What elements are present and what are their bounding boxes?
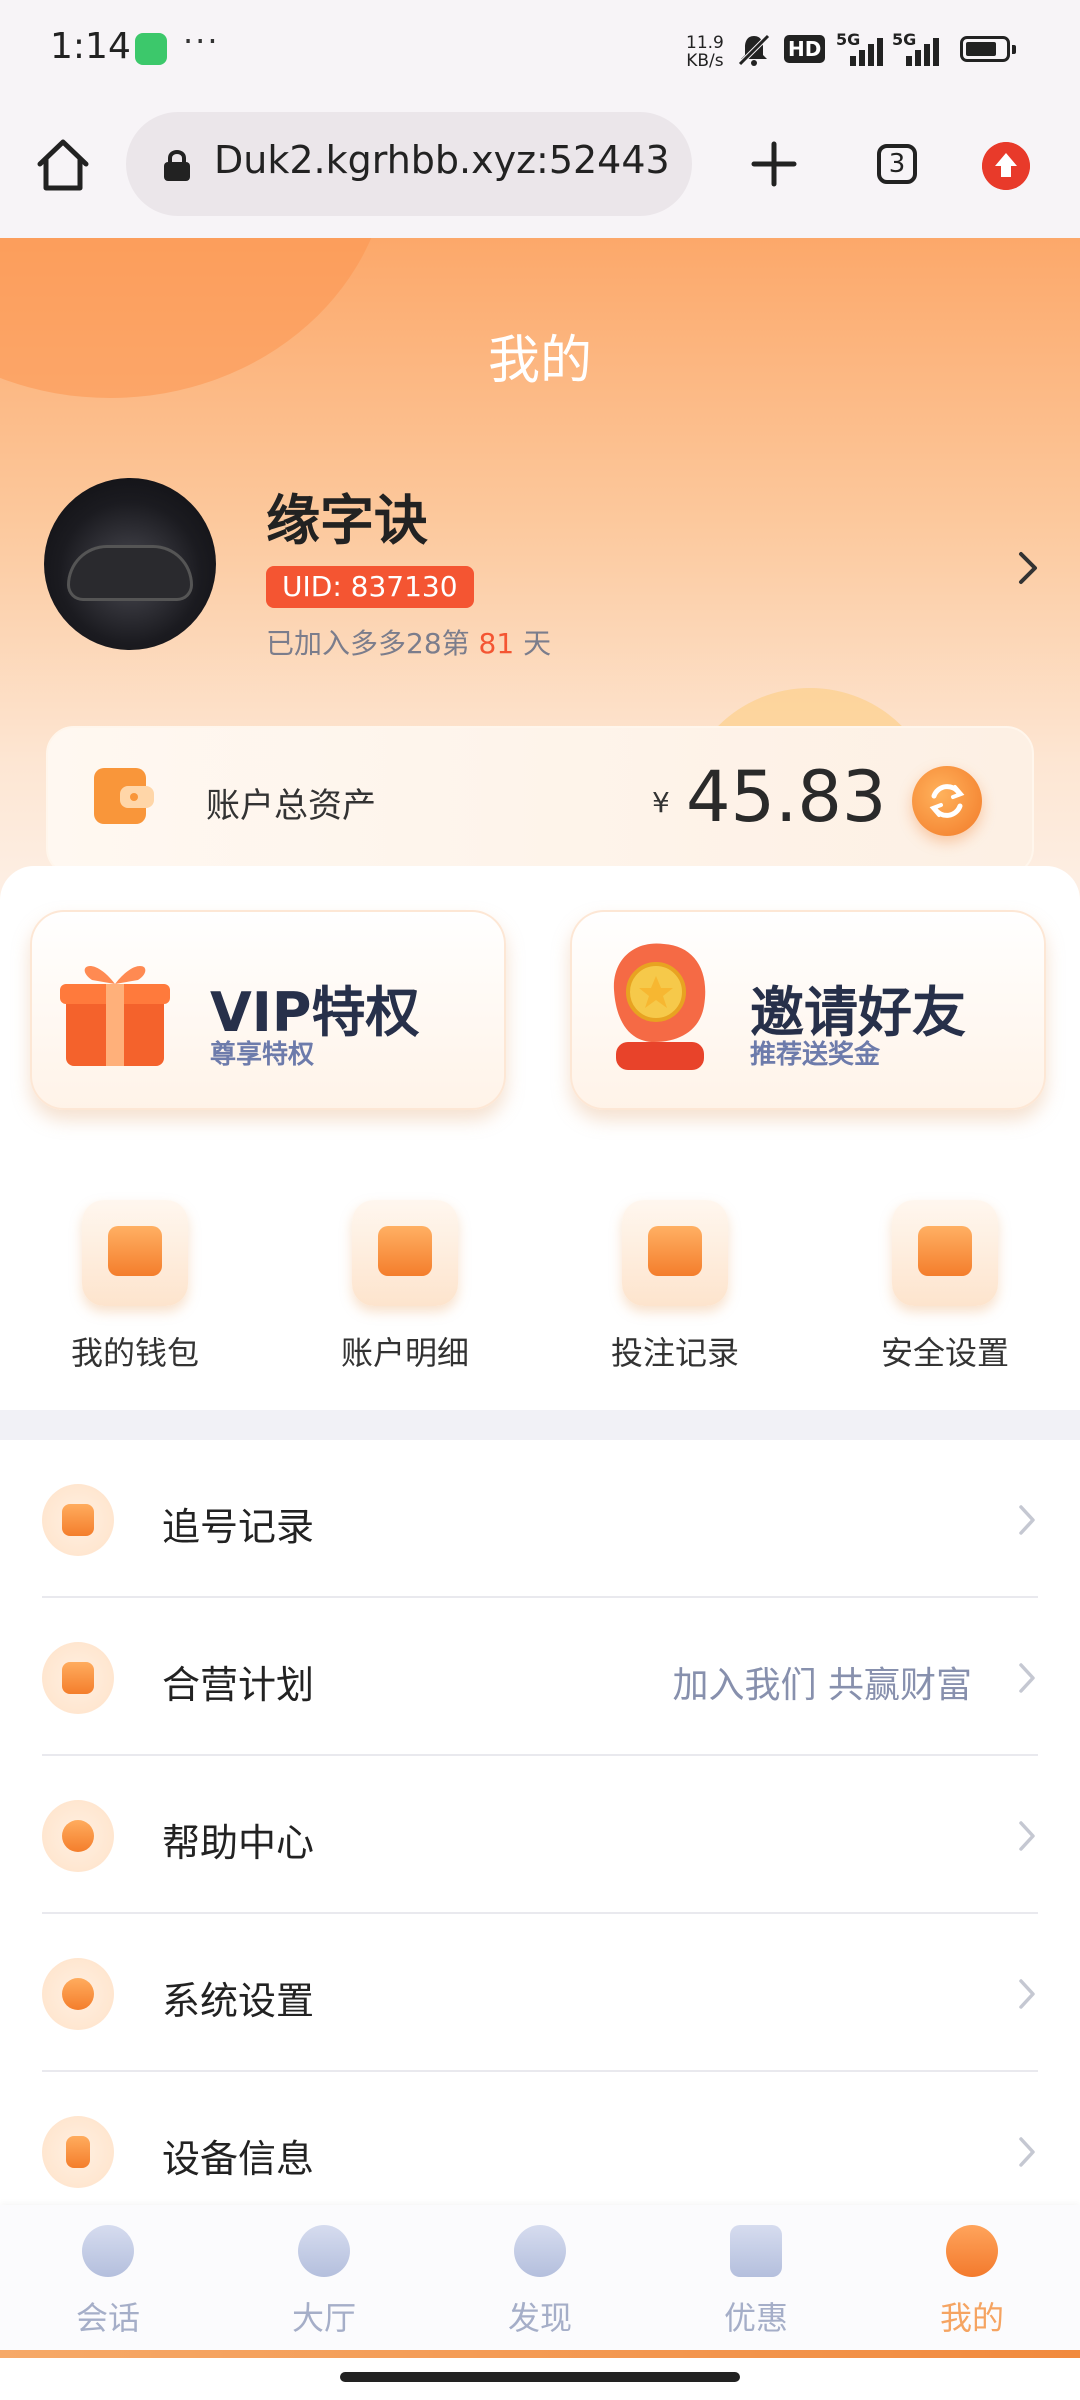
phone-icon xyxy=(42,2116,114,2188)
quick-menu: 我的钱包 账户明细 投注记录 安全设置 xyxy=(0,1200,1080,1380)
invite-friends-card[interactable]: 邀请好友 推荐送奖金 xyxy=(570,910,1046,1110)
menu-row-label: 合营计划 xyxy=(162,1663,315,1707)
joined-days-text: 已加入多多28第 81 天 xyxy=(266,622,551,662)
signal-icon-1: 5G xyxy=(836,30,888,66)
menu-row-system-settings[interactable]: 系统设置 xyxy=(0,1914,1080,2072)
wallet-icon xyxy=(94,768,154,824)
refresh-balance-button[interactable] xyxy=(912,766,982,836)
tab-switcher-button[interactable]: 3 xyxy=(877,144,917,184)
address-bar[interactable]: Duk2.kgrhbb.xyz:52443 xyxy=(126,112,692,216)
yen-ticket-icon xyxy=(730,2225,782,2277)
chevron-right-icon xyxy=(1019,2137,1035,2167)
section-divider xyxy=(0,1410,1080,1440)
chevron-right-icon[interactable] xyxy=(1016,548,1040,588)
shield-icon xyxy=(892,1200,998,1306)
bottom-tab-bar: 会话 大厅 发现 优惠 我的 xyxy=(0,2205,1080,2355)
update-icon[interactable] xyxy=(982,142,1030,190)
avatar[interactable] xyxy=(44,478,216,650)
tab-label: 大厅 xyxy=(291,2299,356,2337)
quick-item-label: 安全设置 xyxy=(880,1334,1009,1372)
new-tab-icon[interactable] xyxy=(746,136,802,192)
battery-icon xyxy=(960,36,1016,62)
tab-promotions[interactable]: 优惠 xyxy=(648,2205,864,2355)
gear-icon xyxy=(42,1958,114,2030)
menu-row-label: 设备信息 xyxy=(162,2137,315,2181)
browser-toolbar: Duk2.kgrhbb.xyz:52443 3 xyxy=(0,100,1080,238)
bank-icon xyxy=(298,2225,350,2277)
menu-list: 追号记录 合营计划 加入我们 共赢财富 帮助中心 系统设置 设备信息 xyxy=(0,1440,1080,2200)
gift-box-icon xyxy=(60,966,170,1066)
user-icon xyxy=(946,2225,998,2277)
hd-icon: HD xyxy=(784,35,826,63)
home-icon[interactable] xyxy=(32,134,94,196)
tab-chat[interactable]: 会话 xyxy=(0,2205,216,2355)
vip-subtitle: 尊享特权 xyxy=(210,1040,315,1070)
compass-icon xyxy=(514,2225,566,2277)
currency-symbol: ¥ xyxy=(652,786,670,819)
bet-records-icon xyxy=(622,1200,728,1306)
tab-bar-accent xyxy=(0,2350,1080,2358)
menu-row-label: 帮助中心 xyxy=(162,1821,315,1865)
signal-icon-2: 5G xyxy=(892,30,944,66)
avatar-car-image xyxy=(70,548,190,598)
chevron-right-icon xyxy=(1019,1505,1035,1535)
signal-2-label: 5G xyxy=(892,30,917,49)
qr-code-icon xyxy=(42,1642,114,1714)
network-speed-value: 11.9 xyxy=(686,33,724,53)
tab-discover[interactable]: 发现 xyxy=(432,2205,648,2355)
tab-label: 发现 xyxy=(507,2299,572,2337)
quick-item-label: 投注记录 xyxy=(610,1334,739,1372)
username: 缘字诀 xyxy=(266,489,428,552)
signal-1-label: 5G xyxy=(836,30,861,49)
total-assets-card: 账户总资产 ¥ 45.83 xyxy=(46,726,1034,876)
wallet-icon xyxy=(82,1200,188,1306)
network-speed: 11.9 KB/s xyxy=(686,34,724,70)
chevron-right-icon xyxy=(1019,1821,1035,1851)
tab-label: 会话 xyxy=(75,2299,140,2337)
page-title: 我的 xyxy=(487,331,592,391)
joined-days: 81 xyxy=(478,627,515,660)
total-assets-label: 账户总资产 xyxy=(206,786,376,826)
url-text[interactable]: Duk2.kgrhbb.xyz:52443 xyxy=(214,138,684,182)
help-icon xyxy=(42,1800,114,1872)
status-time: 1:14 xyxy=(50,26,131,67)
quick-item-label: 账户明细 xyxy=(340,1334,469,1372)
clipboard-yen-icon xyxy=(42,1484,114,1556)
quick-item-label: 我的钱包 xyxy=(70,1334,199,1372)
tab-lobby[interactable]: 大厅 xyxy=(216,2205,432,2355)
menu-row-label: 追号记录 xyxy=(162,1505,315,1549)
chevron-right-icon xyxy=(1019,1979,1035,2009)
lock-icon xyxy=(164,150,190,181)
network-speed-unit: KB/s xyxy=(686,51,724,71)
menu-row-label: 系统设置 xyxy=(162,1979,315,2023)
home-indicator[interactable] xyxy=(340,2372,740,2382)
main-panel: VIP特权 尊享特权 邀请好友 推荐送奖金 我的钱包 账户明细 投注记录 安全设… xyxy=(0,866,1080,1410)
joined-prefix: 已加入多多28第 xyxy=(266,627,479,660)
account-details-icon xyxy=(352,1200,458,1306)
chat-icon xyxy=(82,2225,134,2277)
tab-label: 我的 xyxy=(939,2299,1004,2337)
status-more-icon: ··· xyxy=(183,22,220,60)
tab-label: 优惠 xyxy=(723,2299,788,2337)
mute-icon xyxy=(738,34,770,66)
menu-row-help-center[interactable]: 帮助中心 xyxy=(0,1756,1080,1914)
status-bar: 1:14 ··· 11.9 KB/s HD 5G 5G xyxy=(0,0,1080,100)
menu-row-chase-records[interactable]: 追号记录 xyxy=(0,1440,1080,1598)
partner-plan-note: 加入我们 共赢财富 xyxy=(672,1665,972,1706)
menu-row-partner-plan[interactable]: 合营计划 加入我们 共赢财富 xyxy=(0,1598,1080,1756)
app-notification-icon xyxy=(135,33,167,65)
chevron-right-icon xyxy=(1019,1663,1035,1693)
refresh-icon xyxy=(929,784,965,818)
total-assets-value: 45.83 xyxy=(686,756,887,838)
joined-suffix: 天 xyxy=(514,627,552,660)
uid-badge: UID: 837130 xyxy=(266,566,474,608)
coin-hand-icon xyxy=(613,943,706,1070)
vip-privilege-card[interactable]: VIP特权 尊享特权 xyxy=(30,910,506,1110)
tab-mine[interactable]: 我的 xyxy=(864,2205,1080,2355)
invite-subtitle: 推荐送奖金 xyxy=(750,1040,881,1070)
